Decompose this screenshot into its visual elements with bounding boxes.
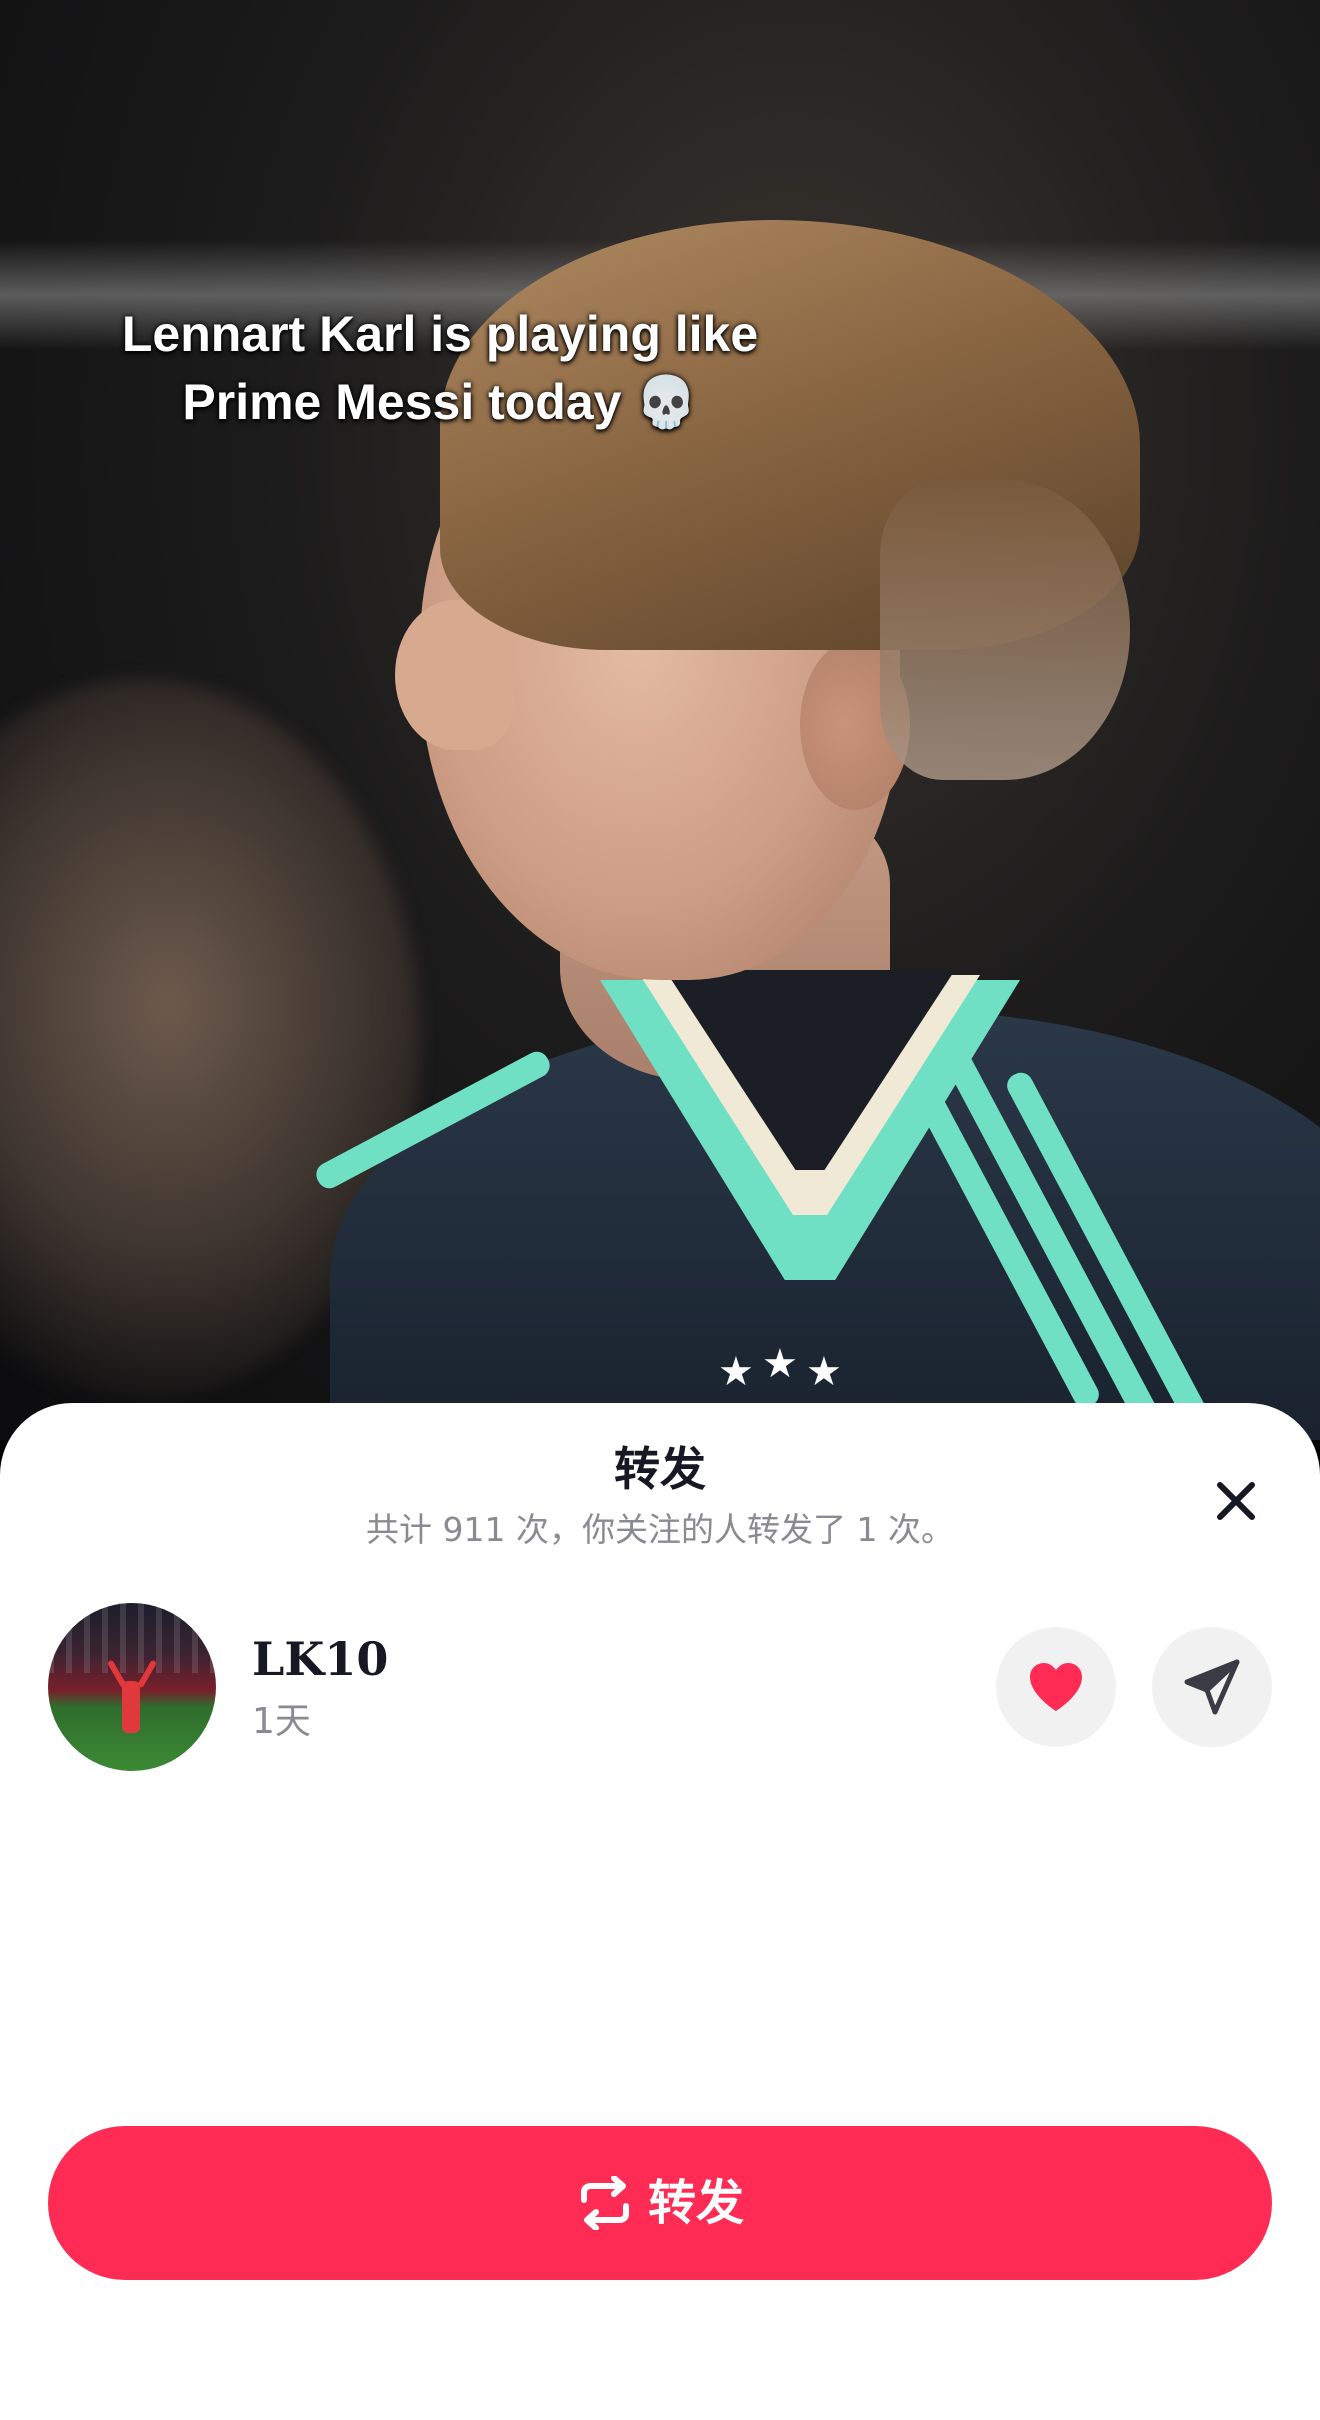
repost-count-summary: 共计 911 次，你关注的人转发了 1 次。 [366,1510,954,1549]
avatar-player [122,1681,140,1733]
video-caption: Lennart Karl is playing like Prime Messi… [70,300,810,436]
sheet-title: 转发 [614,1442,706,1496]
send-icon [1184,1659,1240,1715]
caption-line: Lennart Karl is playing like [121,306,759,362]
avatar-stadium-lights [48,1603,216,1673]
player-hair-fade [880,480,1130,780]
video-player[interactable]: ★ ★ ★ Lennart Karl is playing like Prime… [0,0,1320,1440]
time-ago: 1天 [252,1701,311,1742]
star-icon: ★ [762,1341,798,1387]
repost-button-label: 转发 [647,2175,744,2231]
repost-sheet: 转发 共计 911 次，你关注的人转发了 1 次。 LK10 1天 转发 [0,1403,1320,2420]
like-button[interactable] [996,1627,1116,1747]
repost-icon [580,2176,629,2230]
heart-icon [1030,1663,1082,1711]
close-icon [1217,1482,1255,1520]
caption-line: Prime Messi today 💀 [182,374,698,430]
list-item[interactable]: LK10 1天 [0,1603,1320,1783]
avatar[interactable] [48,1603,216,1771]
repost-button[interactable]: 转发 [48,2126,1272,2280]
username[interactable]: LK10 [252,1631,388,1687]
star-icon: ★ [806,1349,842,1395]
send-button[interactable] [1152,1627,1272,1747]
close-button[interactable] [1200,1465,1272,1537]
star-icon: ★ [718,1349,754,1395]
